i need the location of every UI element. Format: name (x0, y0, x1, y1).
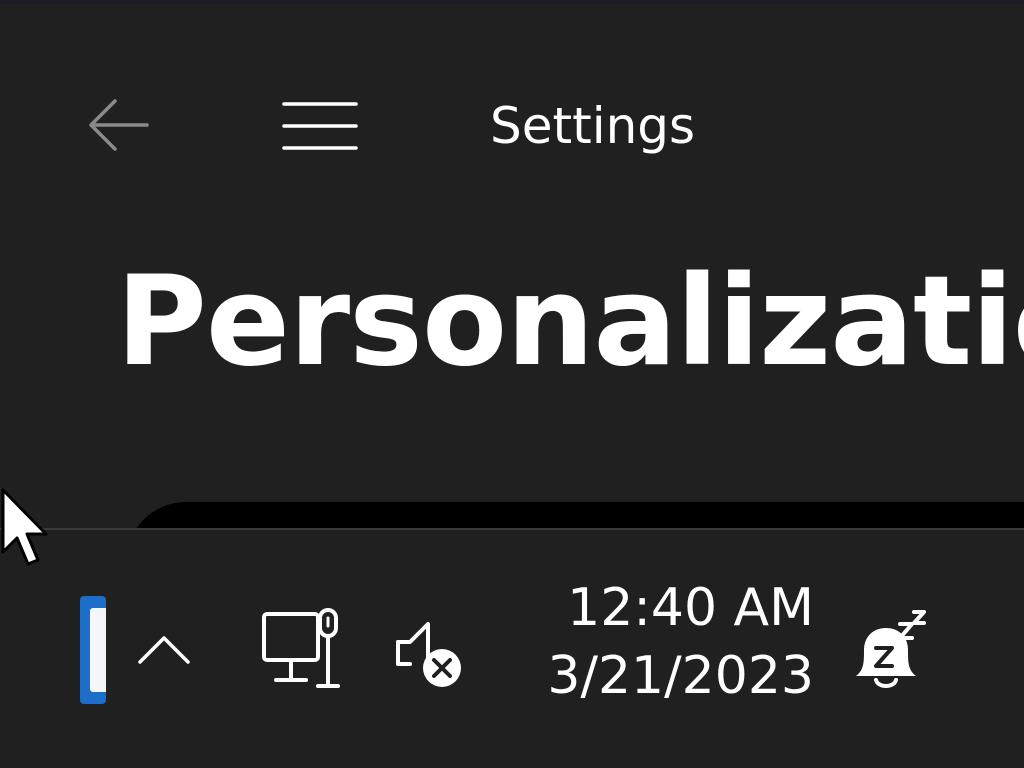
settings-window: Settings Personalization (0, 4, 1024, 562)
wired-network-icon (262, 608, 340, 688)
volume-button[interactable] (388, 616, 470, 690)
do-not-disturb-bell-icon (856, 610, 926, 688)
network-status-button[interactable] (258, 604, 350, 696)
clock-time: 12:40 AM (567, 578, 814, 638)
taskbar: 12:40 AM 3/21/2023 (0, 528, 1024, 768)
screen: Settings Personalization (0, 0, 1024, 768)
navigation-menu-button[interactable] (272, 88, 368, 164)
page-title: Personalization (116, 250, 1024, 394)
arrow-left-icon (89, 99, 149, 151)
mouse-cursor (0, 488, 52, 572)
taskbar-app-button[interactable] (80, 596, 106, 704)
hamburger-menu-icon (282, 102, 358, 150)
back-button[interactable] (78, 90, 158, 160)
app-title: Settings (490, 97, 696, 155)
volume-muted-icon (396, 622, 461, 687)
taskbar-app-icon (90, 608, 106, 692)
clock-date: 3/21/2023 (547, 646, 814, 706)
chevron-up-icon (138, 636, 190, 664)
taskbar-clock[interactable]: 12:40 AM 3/21/2023 (534, 576, 814, 712)
notification-center-button[interactable] (848, 610, 932, 694)
show-hidden-icons-button[interactable] (132, 622, 196, 678)
pointer-cursor-icon (1, 488, 48, 566)
